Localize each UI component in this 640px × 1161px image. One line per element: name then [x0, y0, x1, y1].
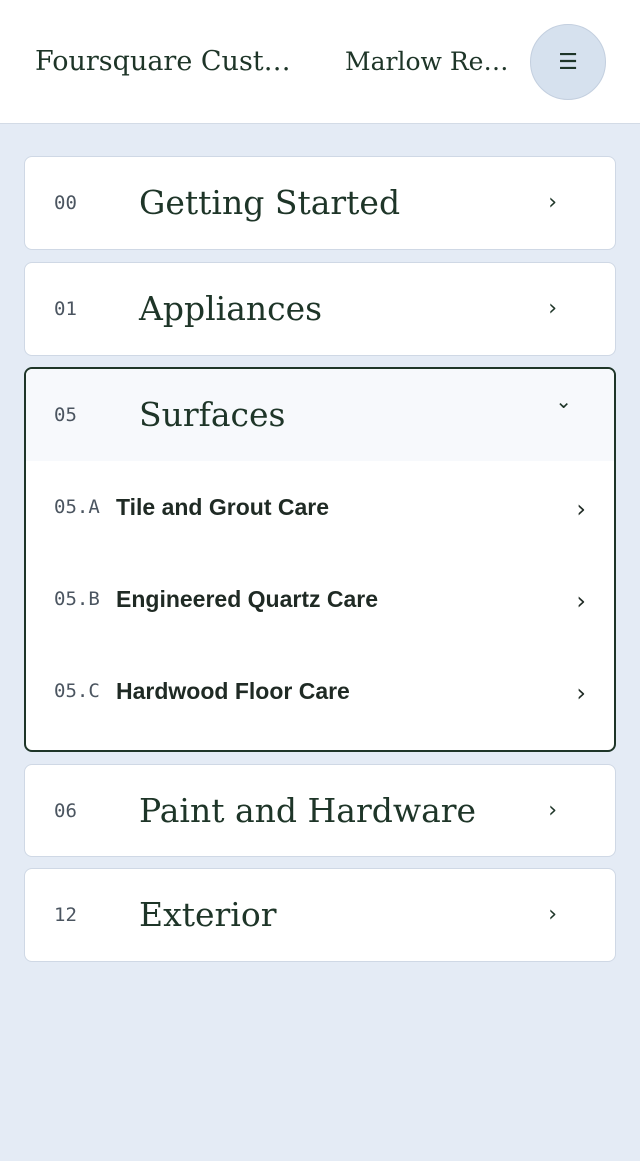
subsection-item[interactable]: 05.A Tile and Grout Care › [26, 461, 614, 553]
section-number: 01 [54, 298, 77, 320]
chevron-right-icon: › [548, 902, 557, 927]
section-exterior[interactable]: 12 Exterior › [24, 868, 616, 962]
section-paint-and-hardware[interactable]: 06 Paint and Hardware › [24, 764, 616, 857]
subsection-number: 05.B [54, 588, 100, 610]
menu-button[interactable]: ☰ [530, 24, 606, 100]
chevron-right-icon: › [548, 296, 557, 321]
section-number: 00 [54, 192, 77, 214]
app-header: Foursquare Custom Homes Marlow Residence… [0, 0, 640, 124]
section-header[interactable]: 05 Surfaces ⌄ [26, 369, 614, 461]
hamburger-icon: ☰ [558, 49, 578, 75]
section-title: Paint and Hardware [139, 791, 477, 830]
subsection-title: Tile and Grout Care [116, 494, 330, 520]
section-title: Getting Started [139, 183, 401, 222]
brand-name[interactable]: Foursquare Custom Homes [35, 42, 305, 82]
project-name[interactable]: Marlow Residence [345, 42, 515, 82]
section-number: 05 [54, 404, 77, 426]
section-surfaces: 05 Surfaces ⌄ 05.A Tile and Grout Care ›… [24, 367, 616, 752]
section-header[interactable]: 00 Getting Started › [25, 157, 615, 249]
chevron-right-icon: › [576, 495, 586, 523]
section-number: 12 [54, 904, 77, 926]
section-header[interactable]: 01 Appliances › [25, 263, 615, 355]
section-title: Surfaces [139, 395, 286, 434]
section-header[interactable]: 12 Exterior › [25, 869, 615, 961]
section-number: 06 [54, 800, 77, 822]
subsection-number: 05.C [54, 680, 100, 702]
subsection-item[interactable]: 05.C Hardwood Floor Care › [26, 645, 614, 737]
chevron-right-icon: › [576, 587, 586, 615]
subsection-item[interactable]: 05.B Engineered Quartz Care › [26, 553, 614, 645]
section-title: Appliances [139, 289, 323, 328]
chevron-right-icon: › [548, 798, 557, 823]
chevron-right-icon: › [576, 679, 586, 707]
chevron-right-icon: › [548, 190, 557, 215]
section-appliances[interactable]: 01 Appliances › [24, 262, 616, 356]
section-header[interactable]: 06 Paint and Hardware › [25, 765, 615, 857]
section-getting-started[interactable]: 00 Getting Started › [24, 156, 616, 250]
subsection-title: Engineered Quartz Care [116, 586, 379, 612]
subsection-title: Hardwood Floor Care [116, 678, 350, 704]
subsection-number: 05.A [54, 496, 100, 518]
section-title: Exterior [139, 895, 277, 934]
chevron-down-icon: ⌄ [555, 389, 572, 413]
